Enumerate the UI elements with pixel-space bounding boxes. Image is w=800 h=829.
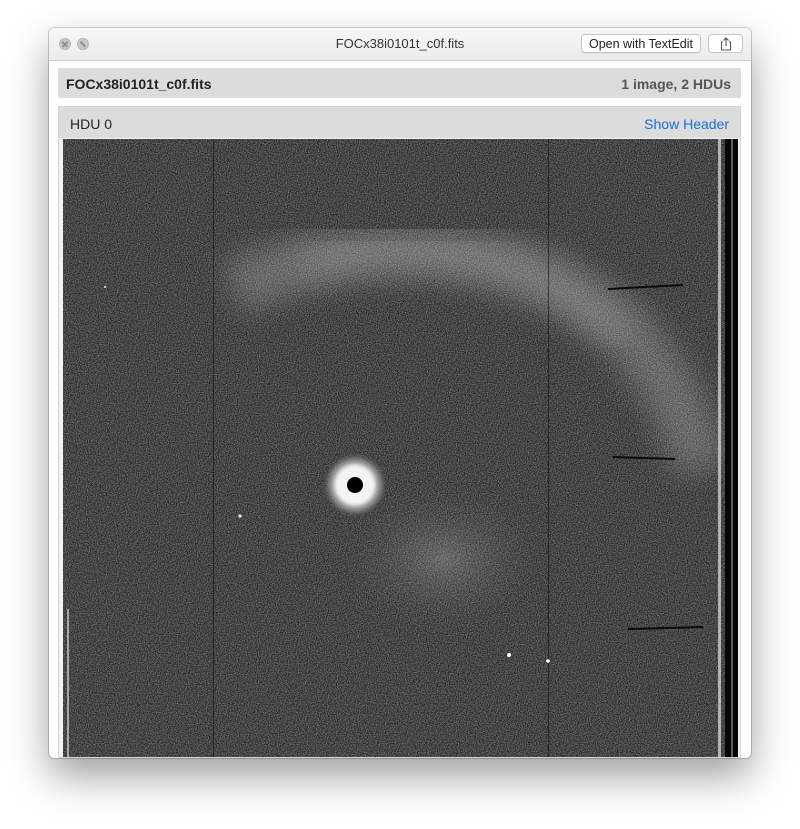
share-icon: [720, 37, 732, 51]
file-name: FOCx38i0101t_c0f.fits: [66, 76, 212, 92]
hdu-panel: HDU 0 Show Header: [58, 106, 741, 758]
hdu-header: HDU 0 Show Header: [59, 107, 740, 138]
open-with-textedit-button[interactable]: Open with TextEdit: [581, 34, 701, 53]
share-button[interactable]: [708, 34, 743, 53]
show-header-link[interactable]: Show Header: [644, 116, 729, 132]
fits-image-render: [63, 139, 738, 757]
file-header: FOCx38i0101t_c0f.fits 1 image, 2 HDUs: [58, 68, 741, 98]
title-bar[interactable]: FOCx38i0101t_c0f.fits Open with TextEdit: [49, 28, 751, 61]
fits-image: [63, 139, 738, 757]
file-summary: 1 image, 2 HDUs: [621, 76, 731, 92]
hdu-label: HDU 0: [70, 116, 113, 132]
quicklook-window: FOCx38i0101t_c0f.fits Open with TextEdit…: [49, 28, 751, 758]
